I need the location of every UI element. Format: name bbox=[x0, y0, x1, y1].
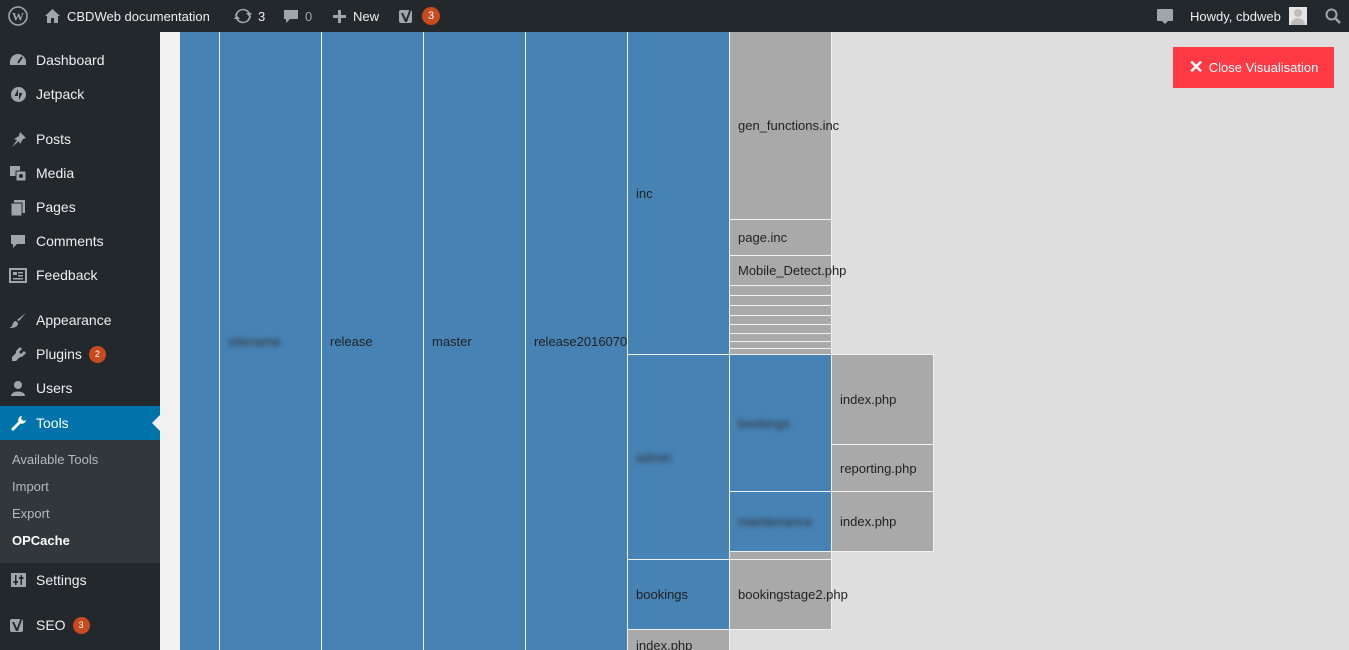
new-content-link[interactable]: New bbox=[332, 0, 379, 32]
close-visualisation-button[interactable]: ✕ Close Visualisation bbox=[1173, 47, 1334, 88]
viz-node-inc[interactable]: inc bbox=[627, 32, 730, 355]
sidebar-item-pages[interactable]: Pages bbox=[0, 190, 160, 224]
sidebar-item-settings[interactable]: Settings bbox=[0, 563, 160, 597]
sidebar-item-appearance[interactable]: Appearance bbox=[0, 303, 160, 337]
site-name-label: CBDWeb documentation bbox=[67, 8, 210, 24]
feedback-icon bbox=[0, 267, 36, 283]
viz-root-column[interactable] bbox=[180, 32, 220, 650]
updates-link[interactable]: 3 bbox=[234, 0, 265, 32]
viz-node-admin[interactable]: admin bbox=[627, 354, 730, 560]
sidebar-item-label: Comments bbox=[36, 233, 104, 249]
viz-node-release-dated[interactable]: release2016070 bbox=[525, 32, 628, 650]
admin-bar: W CBDWeb documentation 3 0 New 3 Howdy, … bbox=[0, 0, 1349, 32]
sidebar-item-label: Users bbox=[36, 380, 73, 396]
yoast-icon bbox=[0, 616, 36, 634]
sidebar-item-feedback[interactable]: Feedback bbox=[0, 258, 160, 292]
admin-sidebar: Dashboard Jetpack Posts Media Pages Comm… bbox=[0, 32, 160, 650]
plus-icon bbox=[332, 9, 347, 24]
wrench-icon bbox=[0, 415, 36, 432]
search-icon[interactable] bbox=[1325, 0, 1341, 32]
user-icon bbox=[0, 380, 36, 396]
viz-file-index-maintenance[interactable]: index.php bbox=[831, 491, 934, 552]
sidebar-item-label: Settings bbox=[36, 572, 87, 588]
notifications-icon[interactable] bbox=[1156, 0, 1174, 32]
close-visualisation-label: Close Visualisation bbox=[1208, 60, 1319, 75]
viz-node-admin-maintenance[interactable]: maintenance bbox=[729, 491, 832, 552]
sidebar-item-plugins[interactable]: Plugins 2 bbox=[0, 337, 160, 371]
viz-file-gen-functions[interactable]: gen_functions.inc bbox=[729, 32, 839, 220]
submenu-opcache[interactable]: OPCache bbox=[12, 533, 70, 548]
viz-file-mobile-detect[interactable]: Mobile_Detect.php bbox=[729, 255, 846, 286]
sidebar-item-tools[interactable]: Tools bbox=[0, 406, 160, 440]
viz-node-sitename[interactable]: sitename bbox=[219, 32, 322, 650]
viz-node-bookings[interactable]: bookings bbox=[627, 559, 730, 630]
comment-icon bbox=[0, 233, 36, 249]
comments-count: 0 bbox=[305, 8, 313, 24]
sidebar-item-label: Appearance bbox=[36, 312, 112, 328]
sidebar-item-label: Pages bbox=[36, 199, 76, 215]
viz-node-master[interactable]: master bbox=[423, 32, 526, 650]
sidebar-item-label: Jetpack bbox=[36, 86, 85, 102]
yoast-icon bbox=[398, 7, 416, 25]
new-label: New bbox=[353, 8, 380, 24]
sidebar-item-jetpack[interactable]: Jetpack bbox=[0, 77, 160, 111]
seo-sidebar-badge: 3 bbox=[72, 616, 90, 634]
tools-submenu: Available Tools Import Export OPCache bbox=[0, 440, 160, 563]
pin-icon bbox=[0, 131, 36, 148]
plugins-update-badge: 2 bbox=[88, 345, 106, 363]
viz-node-admin-bookings[interactable]: bookings bbox=[729, 354, 832, 492]
howdy-label: Howdy, cbdweb bbox=[1190, 8, 1281, 24]
wordpress-logo-icon[interactable]: W bbox=[8, 0, 28, 32]
media-icon bbox=[0, 165, 36, 182]
viz-node-release[interactable]: release bbox=[321, 32, 424, 650]
sidebar-item-label: Posts bbox=[36, 131, 72, 147]
submenu-available-tools[interactable]: Available Tools bbox=[12, 452, 98, 467]
sidebar-item-label: Plugins bbox=[36, 346, 82, 362]
updates-count: 3 bbox=[258, 8, 266, 24]
sidebar-item-label: Media bbox=[36, 165, 75, 181]
viz-file-index-root[interactable]: index.php bbox=[627, 629, 730, 650]
sidebar-item-posts[interactable]: Posts bbox=[0, 122, 160, 156]
sidebar-item-label: Feedback bbox=[36, 267, 98, 283]
viz-file-index-bookings[interactable]: index.php bbox=[831, 354, 934, 445]
sidebar-item-media[interactable]: Media bbox=[0, 156, 160, 190]
opcache-visualisation: sitename release master release2016070 i… bbox=[180, 32, 1349, 650]
sidebar-item-label: SEO bbox=[36, 617, 66, 633]
close-icon: ✕ bbox=[1188, 57, 1204, 77]
pages-icon bbox=[0, 199, 36, 216]
comment-bubble-icon bbox=[283, 8, 299, 24]
my-account-link[interactable]: Howdy, cbdweb bbox=[1190, 0, 1307, 32]
comments-link[interactable]: 0 bbox=[283, 0, 312, 32]
site-name-link[interactable]: CBDWeb documentation bbox=[44, 0, 210, 32]
seo-notification-badge: 3 bbox=[422, 7, 440, 25]
viz-file-bookingstage2[interactable]: bookingstage2.php bbox=[729, 559, 848, 630]
seo-adminbar-link[interactable]: 3 bbox=[398, 0, 440, 32]
sidebar-item-label: Dashboard bbox=[36, 52, 105, 68]
submenu-import[interactable]: Import bbox=[12, 479, 49, 494]
svg-text:W: W bbox=[12, 10, 24, 24]
dashboard-icon bbox=[0, 52, 36, 68]
viz-file-page-inc[interactable]: page.inc bbox=[729, 219, 832, 256]
sidebar-item-seo[interactable]: SEO 3 bbox=[0, 608, 160, 642]
submenu-export[interactable]: Export bbox=[12, 506, 50, 521]
avatar bbox=[1288, 7, 1307, 25]
plugin-icon bbox=[0, 346, 36, 363]
sliders-icon bbox=[0, 572, 36, 588]
home-icon bbox=[44, 8, 61, 24]
jetpack-icon bbox=[0, 86, 36, 103]
sidebar-item-users[interactable]: Users bbox=[0, 371, 160, 405]
sidebar-item-label: Tools bbox=[36, 415, 69, 431]
brush-icon bbox=[0, 312, 36, 329]
viz-file-reporting[interactable]: reporting.php bbox=[831, 444, 934, 492]
refresh-icon bbox=[234, 8, 252, 24]
sidebar-item-dashboard[interactable]: Dashboard bbox=[0, 43, 160, 77]
sidebar-item-comments[interactable]: Comments bbox=[0, 224, 160, 258]
